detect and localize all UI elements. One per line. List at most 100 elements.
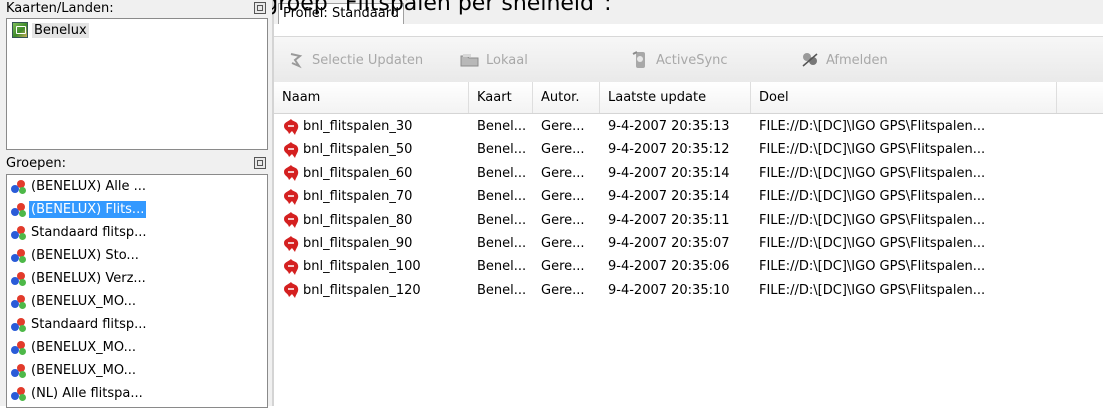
cell-naam-label: bnl_flitspalen_50	[303, 142, 413, 158]
cell-autor: Gere...	[541, 165, 585, 181]
cell-naam-label: bnl_flitspalen_70	[303, 189, 413, 205]
group-icon	[11, 340, 27, 356]
kaart-item-benelux[interactable]: Benelux	[12, 21, 89, 39]
cell-doel: FILE://D:\[DC]\IGO GPS\Flitspalen...	[759, 282, 986, 298]
folder-icon	[460, 50, 480, 70]
cell-naam: bnl_flitspalen_90	[274, 232, 469, 255]
table-row[interactable]: bnl_flitspalen_50 Benel... Gere... 9-4-2007…	[274, 138, 1103, 161]
cell-laatste-update: 9-4-2007 20:35:14	[608, 189, 730, 205]
selectie-updaten-label: Selectie Updaten	[312, 52, 424, 68]
cell-autor: Gere...	[541, 259, 585, 275]
kaarten-list[interactable]: Benelux	[6, 18, 268, 150]
table-row[interactable]: bnl_flitspalen_90 Benel... Gere... 9-4-2007…	[274, 232, 1103, 255]
group-icon	[11, 179, 27, 195]
groep-item[interactable]: (BENELUX_MO...	[7, 290, 267, 313]
cell-naam: bnl_flitspalen_30	[274, 115, 469, 138]
afmelden-button[interactable]: Afmelden	[800, 49, 888, 71]
cell-kaart: Benel...	[477, 259, 527, 275]
table-row[interactable]: bnl_flitspalen_30 Benel... Gere... 9-4-2007…	[274, 115, 1103, 138]
table-row[interactable]: bnl_flitspalen_80 Benel... Gere... 9-4-2007…	[274, 209, 1103, 232]
cell-naam: bnl_flitspalen_60	[274, 162, 469, 185]
flitspaal-icon	[282, 211, 300, 229]
groep-item[interactable]: Standaard flitsp...	[7, 313, 267, 336]
left-panel: Kaarten/Landen: Benelux Groepen: (BENELU…	[0, 0, 272, 408]
groep-item[interactable]: (NL) Alle flitspa...	[7, 382, 267, 405]
cell-naam-label: bnl_flitspalen_120	[303, 282, 421, 298]
group-icon	[11, 248, 27, 264]
cell-laatste-update: 9-4-2007 20:35:11	[608, 212, 730, 228]
cell-autor: Gere...	[541, 142, 585, 158]
flitspaal-icon	[282, 118, 300, 136]
cell-doel: FILE://D:\[DC]\IGO GPS\Flitspalen...	[759, 189, 986, 205]
flitspaal-icon	[282, 188, 300, 206]
table-row[interactable]: bnl_flitspalen_100 Benel... Gere... 9-4-200…	[274, 255, 1103, 278]
cell-kaart: Benel...	[477, 119, 527, 134]
flitspaal-icon	[282, 281, 300, 299]
group-icon	[11, 271, 27, 287]
column-header-doel[interactable]: Doel	[751, 82, 1057, 113]
cell-autor: Gere...	[541, 236, 585, 251]
column-header-autor[interactable]: Autor.	[533, 82, 600, 113]
activesync-icon	[630, 50, 650, 70]
flitspaal-icon	[282, 141, 300, 159]
groep-item[interactable]: (BENELUX) Flits...	[7, 198, 267, 221]
table-row[interactable]: bnl_flitspalen_70 Benel... Gere... 9-4-2007…	[274, 185, 1103, 208]
cell-naam: bnl_flitspalen_50	[274, 138, 469, 161]
profile-table: Naam Kaart Autor. Laatste update Doel bn…	[274, 82, 1103, 406]
table-header: Naam Kaart Autor. Laatste update Doel	[274, 82, 1103, 114]
cell-doel: FILE://D:\[DC]\IGO GPS\Flitspalen...	[759, 236, 986, 251]
cell-kaart: Benel...	[477, 212, 527, 228]
groep-item-label: (BENELUX) Alle ...	[31, 179, 147, 194]
logout-icon	[800, 50, 820, 70]
groep-item-label: (BENELUX_MO...	[31, 294, 136, 309]
groep-item[interactable]: (BENELUX_MO...	[7, 336, 267, 359]
cell-kaart: Benel...	[477, 142, 527, 158]
cell-kaart: Benel...	[477, 282, 527, 298]
groep-item[interactable]: (BENELUX) Sto...	[7, 244, 267, 267]
cell-laatste-update: 9-4-2007 20:35:06	[608, 259, 730, 275]
groep-item-label: (BENELUX) Flits...	[27, 200, 148, 219]
cell-laatste-update: 9-4-2007 20:35:12	[608, 142, 730, 158]
table-row[interactable]: bnl_flitspalen_60 Benel... Gere... 9-4-2007…	[274, 162, 1103, 185]
panel-options-button[interactable]	[254, 2, 266, 14]
groep-item[interactable]: (BENELUX) Alle ...	[7, 175, 267, 198]
selectie-updaten-button[interactable]: Selectie Updaten	[286, 49, 423, 71]
groepen-list[interactable]: (BENELUX) Alle ... (BENELUX) Flits... Stan…	[6, 174, 268, 408]
panel-options-button[interactable]	[254, 157, 266, 169]
group-icon	[11, 202, 27, 218]
column-header-naam[interactable]: Naam	[274, 82, 469, 113]
activesync-button[interactable]: ActiveSync	[630, 49, 728, 71]
lokaal-button[interactable]: Lokaal	[460, 49, 528, 71]
cell-naam-label: bnl_flitspalen_60	[303, 165, 413, 181]
cell-autor: Gere...	[541, 212, 585, 228]
table-row[interactable]: bnl_flitspalen_120 Benel... Gere... 9-4-200…	[274, 279, 1103, 302]
groep-item[interactable]: (BENELUX_MO...	[7, 359, 267, 382]
cell-doel: FILE://D:\[DC]\IGO GPS\Flitspalen...	[759, 142, 986, 158]
cell-doel: FILE://D:\[DC]\IGO GPS\Flitspalen...	[759, 165, 986, 181]
column-header-kaart[interactable]: Kaart	[469, 82, 533, 113]
cell-autor: Gere...	[541, 189, 585, 205]
group-icon	[11, 294, 27, 310]
cell-naam-label: bnl_flitspalen_30	[303, 119, 413, 134]
map-icon	[12, 22, 28, 38]
groep-item[interactable]: Standaard flitsp...	[7, 221, 267, 244]
flitspaal-icon	[282, 258, 300, 276]
cell-kaart: Benel...	[477, 189, 527, 205]
group-icon	[11, 386, 27, 402]
update-icon	[286, 50, 306, 70]
cell-naam: bnl_flitspalen_80	[274, 209, 469, 232]
groep-item[interactable]: (BENELUX) Verz...	[7, 267, 267, 290]
groep-item-label: (BENELUX) Sto...	[31, 248, 139, 263]
cell-doel: FILE://D:\[DC]\IGO GPS\Flitspalen...	[759, 119, 986, 134]
cell-naam-label: bnl_flitspalen_80	[303, 212, 413, 228]
column-header-laatste-update[interactable]: Laatste update	[600, 82, 751, 113]
cell-laatste-update: 9-4-2007 20:35:14	[608, 165, 730, 181]
kaarten-panel-title: Kaarten/Landen:	[6, 1, 114, 16]
groep-item-label: (BENELUX) Verz...	[31, 271, 146, 286]
cell-naam-label: bnl_flitspalen_100	[303, 259, 421, 275]
group-icon	[11, 317, 27, 333]
groep-item-label: (BENELUX_MO...	[31, 340, 136, 355]
cell-naam: bnl_flitspalen_100	[274, 255, 469, 278]
cell-doel: FILE://D:\[DC]\IGO GPS\Flitspalen...	[759, 212, 986, 228]
groep-item-label: (BENELUX_MO...	[31, 363, 136, 378]
